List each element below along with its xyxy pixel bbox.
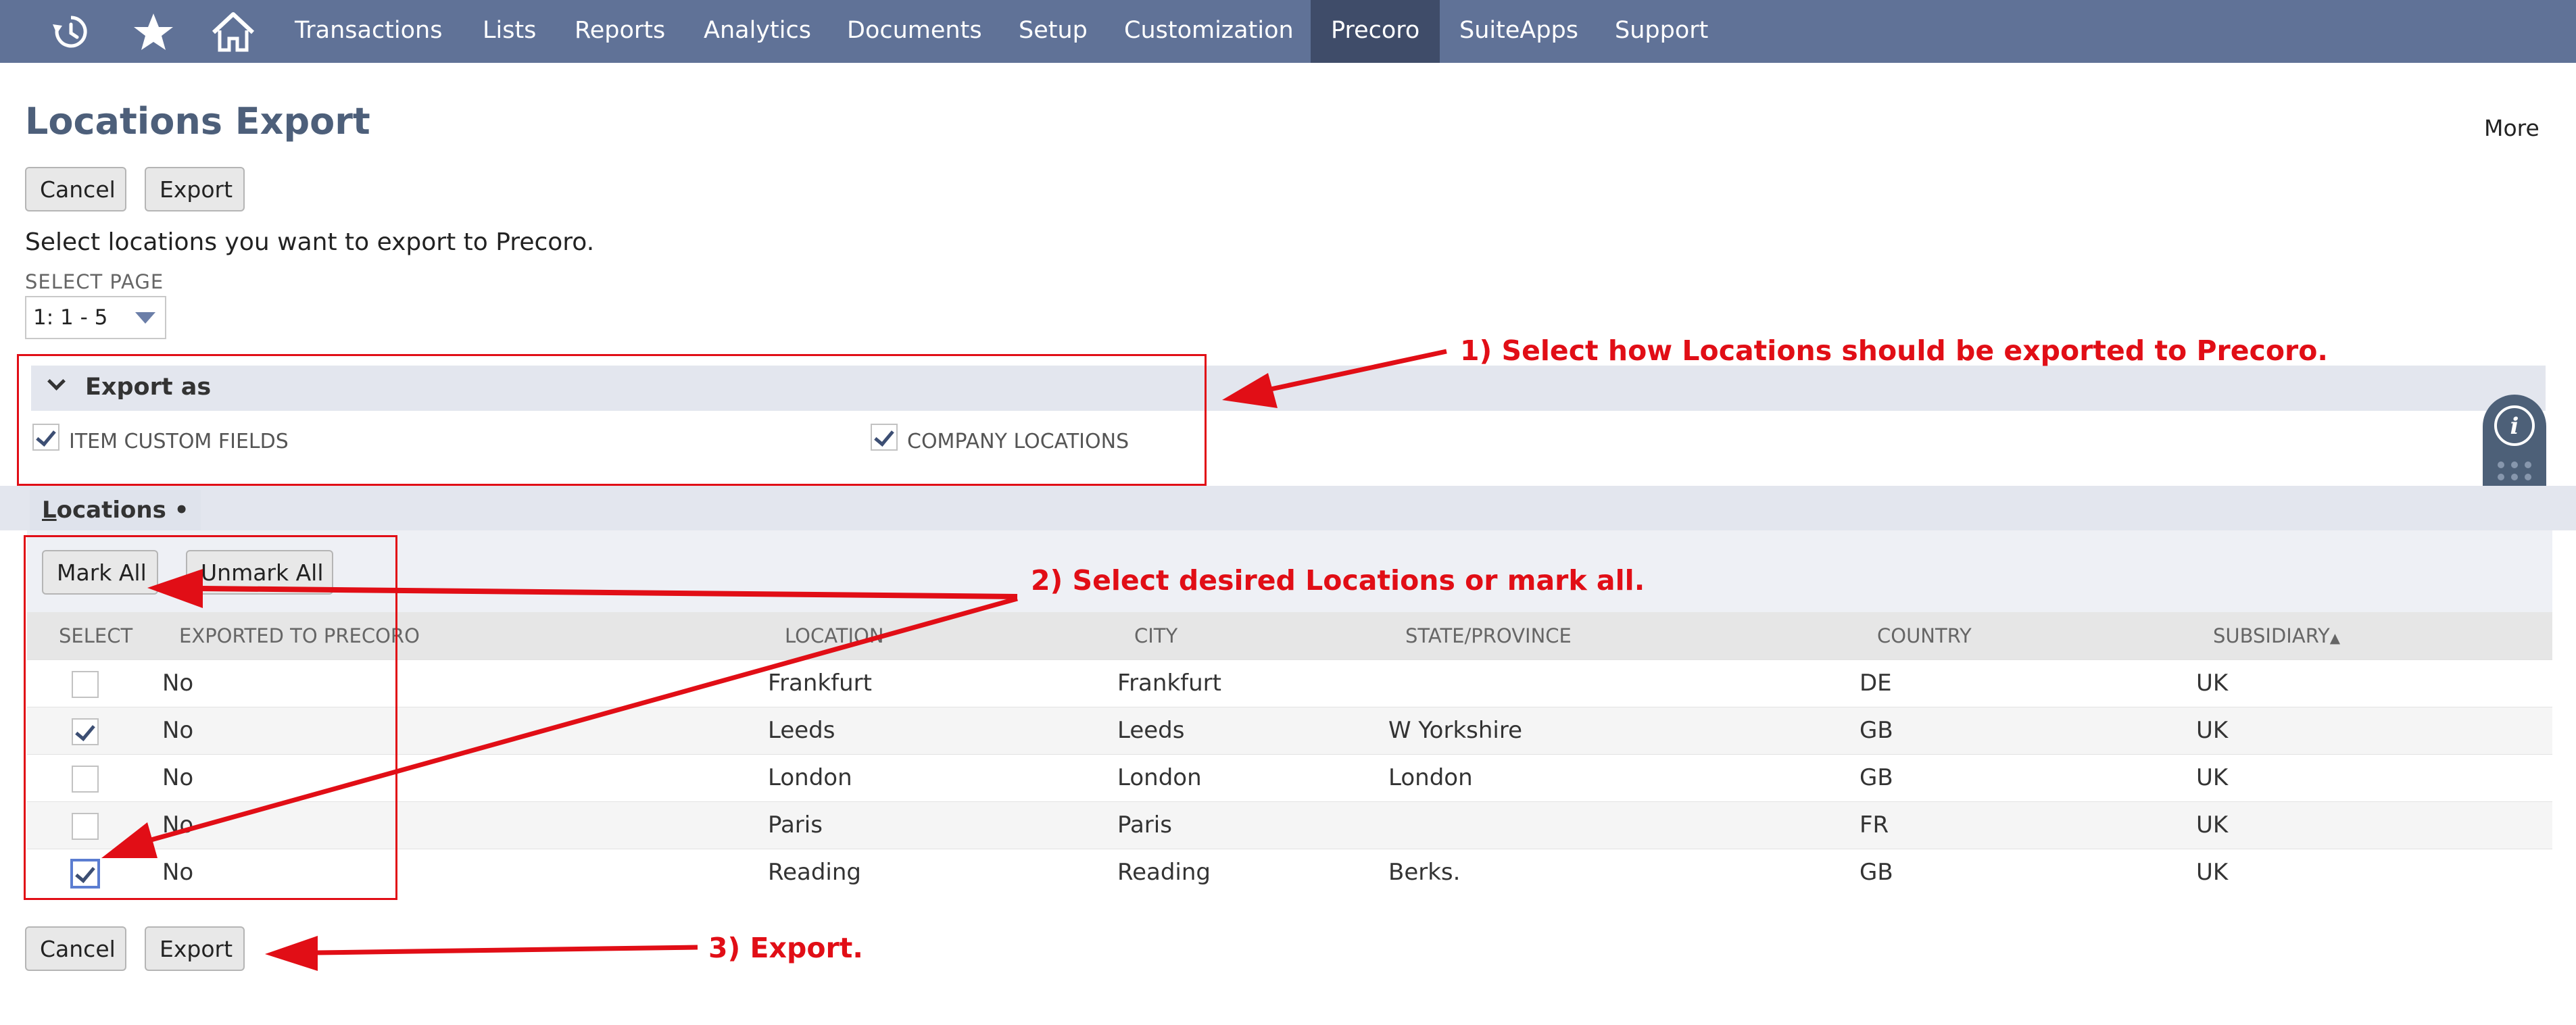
arrow-step1-head (1222, 373, 1278, 408)
annotation-step2: 2) Select desired Locations or mark all. (1031, 564, 1645, 597)
arrow-step2a-line (202, 586, 1018, 599)
annotation-arrows (101, 349, 1447, 971)
arrow-step1-line (1270, 349, 1447, 392)
arrow-step2b-head (101, 822, 157, 858)
annotation-step3: 3) Export. (708, 932, 863, 964)
arrow-step3-line (317, 945, 698, 955)
arrow-step3-head (265, 936, 318, 971)
arrow-step2b-line (148, 596, 1018, 843)
annotation-step1: 1) Select how Locations should be export… (1460, 334, 2328, 367)
arrow-step2a-head (147, 569, 203, 608)
